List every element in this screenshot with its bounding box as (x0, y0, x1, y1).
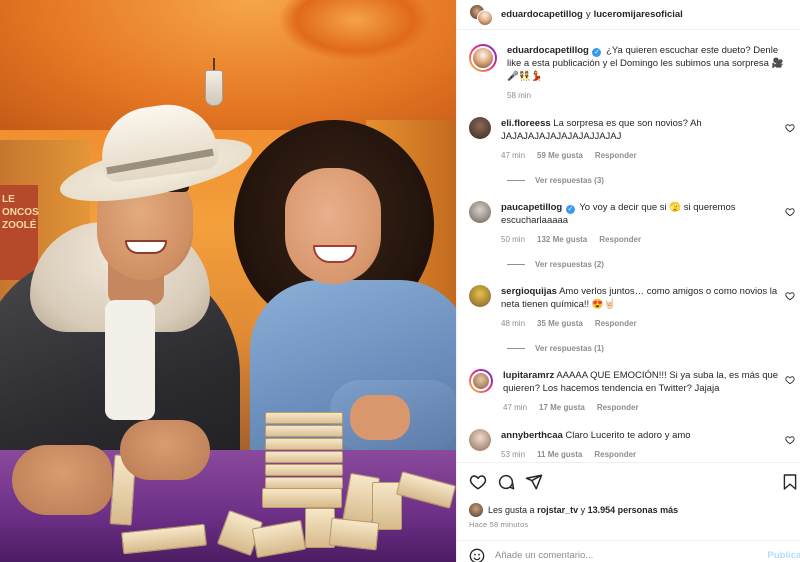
comment-text: Claro Lucerito te adoro y amo (565, 430, 691, 441)
caption-username[interactable]: eduardocapetillog (507, 45, 589, 56)
poster-line: ZOOLÉ (2, 220, 37, 231)
reply-button[interactable]: Responder (597, 401, 639, 414)
comment-likes[interactable]: 17 Me gusta (539, 401, 585, 414)
post-caption: eduardocapetillog ✓ ¿Ya quieren escuchar… (469, 44, 797, 102)
comment-likes[interactable]: 59 Me gusta (537, 149, 583, 162)
comment-avatar[interactable] (469, 117, 491, 139)
heart-icon[interactable] (469, 473, 487, 491)
likes-prefix: Les gusta a (488, 505, 535, 515)
view-replies-button[interactable]: Ver respuestas (3) (507, 176, 797, 185)
heart-icon[interactable] (785, 435, 795, 445)
woman-hand (350, 395, 410, 440)
heart-icon[interactable] (785, 123, 795, 133)
reply-button[interactable]: Responder (594, 448, 636, 461)
instagram-post: LE ONCOS ZOOLÉ eduardocapetillog y lucer… (0, 0, 800, 562)
verified-icon: ✓ (565, 205, 575, 214)
view-replies-button[interactable]: Ver respuestas (1) (507, 344, 797, 353)
comment: sergioquijas Amo verlos juntos… como ami… (469, 285, 797, 353)
jenga-block (262, 488, 342, 508)
comment-username[interactable]: lupitaramrz (503, 370, 554, 381)
comment-likes[interactable]: 35 Me gusta (537, 317, 583, 330)
comment: annyberthcaa Claro Lucerito te adoro y a… (469, 429, 797, 461)
likes-connector: y (580, 505, 586, 515)
author-connector: y (585, 9, 591, 20)
comment-avatar[interactable] (469, 429, 491, 451)
comment-avatar[interactable] (469, 369, 493, 393)
comment: paucapetillog ✓ Yo voy a decir que si 🫣 … (469, 201, 797, 269)
comment-avatar[interactable] (469, 201, 491, 223)
comment-icon[interactable] (497, 473, 515, 491)
view-replies-label: Ver respuestas (3) (535, 176, 604, 185)
view-replies-button[interactable]: Ver respuestas (2) (507, 260, 797, 269)
comment-time[interactable]: 53 min (501, 448, 525, 461)
comment-time[interactable]: 48 min (501, 317, 525, 330)
comment-username[interactable]: eli.floreess (501, 118, 551, 129)
likes-summary[interactable]: Les gusta a rojstar_tv y 13.954 personas… (469, 503, 678, 517)
add-comment-bar: Publicar (457, 540, 800, 562)
jenga-block (328, 517, 380, 551)
comment-likes[interactable]: 132 Me gusta (537, 233, 587, 246)
liker-avatar (469, 503, 483, 517)
post-photo[interactable]: LE ONCOS ZOOLÉ (0, 0, 456, 562)
post-header: eduardocapetillog y luceromijaresoficial (457, 0, 800, 30)
author-link[interactable]: eduardocapetillog (501, 9, 583, 20)
comment-input[interactable] (495, 550, 735, 561)
comment-time[interactable]: 50 min (501, 233, 525, 246)
jenga-tower (265, 412, 343, 494)
verified-icon: ✓ (592, 48, 602, 57)
heart-icon[interactable] (785, 375, 795, 385)
bookmark-icon[interactable] (783, 473, 797, 491)
poster-line: ONCOS (2, 207, 39, 218)
reply-button[interactable]: Responder (595, 149, 637, 162)
publish-button[interactable]: Publicar (768, 550, 800, 561)
post-actions: Les gusta a rojstar_tv y 13.954 personas… (457, 462, 800, 552)
comment-avatar[interactable] (469, 285, 491, 307)
emoji-icon[interactable] (469, 548, 485, 562)
comment: eli.floreess La sorpresa es que son novi… (469, 117, 797, 185)
poster-line: LE (2, 194, 15, 205)
man-smile (125, 240, 167, 254)
view-replies-label: Ver respuestas (2) (535, 260, 604, 269)
reply-button[interactable]: Responder (595, 317, 637, 330)
comment-username[interactable]: annyberthcaa (501, 430, 563, 441)
caption-avatar[interactable] (469, 44, 497, 72)
caption-time[interactable]: 58 min (507, 89, 531, 102)
post-side-panel: eduardocapetillog y luceromijaresoficial e… (456, 0, 800, 562)
collab-avatars[interactable] (469, 3, 495, 26)
comment: lupitaramrz AAAAA QUE EMOCIÓN!!! Si ya s… (469, 369, 797, 414)
comment-likes[interactable]: 11 Me gusta (537, 448, 582, 461)
view-replies-label: Ver respuestas (1) (535, 344, 604, 353)
wall-poster: LE ONCOS ZOOLÉ (0, 185, 39, 280)
liker-username[interactable]: rojstar_tv (537, 505, 578, 515)
comment-username[interactable]: sergioquijas (501, 286, 557, 297)
heart-icon[interactable] (785, 291, 795, 301)
author-link[interactable]: luceromijaresoficial (594, 9, 683, 20)
comment-time[interactable]: 47 min (501, 149, 525, 162)
comment-username[interactable]: paucapetillog (501, 202, 562, 213)
comment-time[interactable]: 47 min (503, 401, 527, 414)
post-authors: eduardocapetillog y luceromijaresoficial (501, 9, 683, 20)
man-shirt (105, 300, 155, 420)
man-hand (12, 445, 112, 515)
man-hand (120, 420, 210, 480)
likes-count[interactable]: 13.954 personas más (588, 505, 679, 515)
reply-button[interactable]: Responder (599, 233, 641, 246)
hanging-lamp (203, 58, 225, 108)
heart-icon[interactable] (785, 207, 795, 217)
woman-face (285, 168, 381, 284)
post-time[interactable]: Hace 58 minutos (469, 520, 528, 529)
share-icon[interactable] (525, 473, 543, 491)
